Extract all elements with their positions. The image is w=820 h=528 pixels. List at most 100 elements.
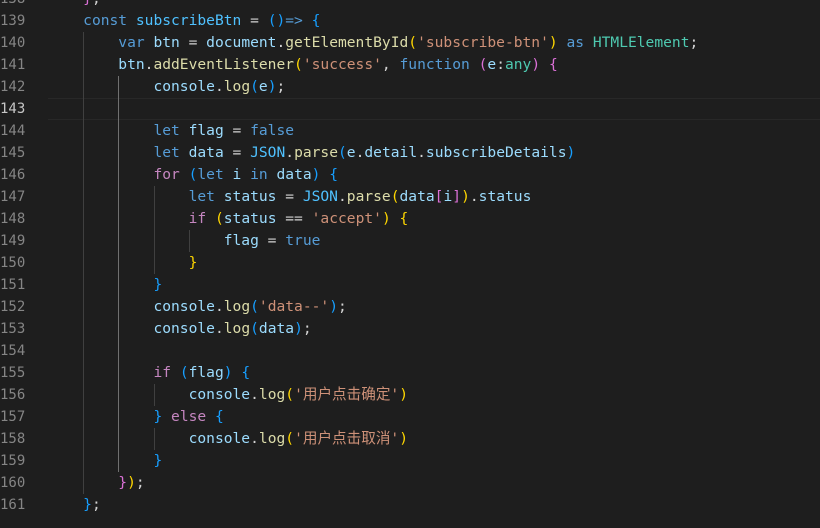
code-line[interactable]: let status = JSON.parse(data[i]).status bbox=[48, 186, 820, 208]
code-token: ( bbox=[250, 320, 259, 337]
code-token: log bbox=[223, 320, 251, 337]
code-token: for bbox=[153, 166, 180, 183]
code-token: e bbox=[258, 78, 268, 95]
code-token: status bbox=[223, 188, 277, 205]
code-line[interactable]: } bbox=[48, 450, 820, 472]
code-line[interactable]: } bbox=[48, 252, 820, 274]
code-line[interactable]: console.log('data--'); bbox=[48, 296, 820, 318]
line-number: 152 bbox=[0, 299, 26, 315]
code-token: data bbox=[258, 320, 295, 337]
code-token: = bbox=[223, 122, 251, 139]
line-number: 160 bbox=[0, 475, 26, 491]
code-token: ) bbox=[267, 78, 277, 95]
code-token: ( bbox=[408, 34, 418, 51]
code-token: ) bbox=[329, 298, 338, 315]
code-token: if bbox=[188, 210, 207, 227]
code-token: e bbox=[346, 144, 356, 161]
code-line[interactable] bbox=[48, 98, 820, 120]
code-line[interactable]: console.log(e); bbox=[48, 76, 820, 98]
code-line[interactable]: console.log('用户点击确定') bbox=[48, 384, 820, 406]
code-token: ) bbox=[294, 320, 303, 337]
code-line[interactable]: btn.addEventListener('success', function… bbox=[48, 54, 820, 76]
line-number: 147 bbox=[0, 189, 26, 205]
code-token: = bbox=[241, 12, 268, 29]
code-line[interactable] bbox=[48, 340, 820, 362]
line-number: 143 bbox=[0, 101, 26, 117]
code-token: btn bbox=[153, 34, 180, 51]
line-number: 148 bbox=[0, 211, 26, 227]
code-token: { bbox=[329, 166, 339, 183]
code-line[interactable]: const subscribeBtn = ()=> { bbox=[48, 10, 820, 32]
indent-guide bbox=[153, 428, 155, 450]
line-number: 157 bbox=[0, 409, 26, 425]
code-line[interactable]: for (let i in data) { bbox=[48, 164, 820, 186]
line-number: 146 bbox=[0, 167, 26, 183]
code-token: ; bbox=[302, 320, 312, 337]
code-token: ) bbox=[127, 474, 136, 491]
code-token: . bbox=[214, 298, 224, 315]
code-line[interactable]: console.log('用户点击取消') bbox=[48, 428, 820, 450]
code-line[interactable]: }; bbox=[48, 494, 820, 516]
code-token: ( bbox=[285, 386, 295, 403]
code-line[interactable]: let flag = false bbox=[48, 120, 820, 142]
code-line[interactable]: } bbox=[48, 274, 820, 296]
line-number: 139 bbox=[0, 13, 26, 29]
code-line[interactable]: console.log(data); bbox=[48, 318, 820, 340]
indent-guide bbox=[188, 230, 190, 252]
code-token: data bbox=[188, 144, 224, 161]
line-number: 158 bbox=[0, 431, 26, 447]
code-token: . bbox=[337, 188, 347, 205]
code-token: { bbox=[311, 12, 321, 29]
code-token: ] bbox=[452, 188, 462, 205]
code-token: . bbox=[214, 320, 224, 337]
code-line[interactable]: } else { bbox=[48, 406, 820, 428]
code-token: . bbox=[417, 144, 426, 161]
indent-guide bbox=[153, 384, 155, 406]
code-token: console bbox=[153, 298, 215, 315]
code-line[interactable]: }; bbox=[48, 0, 820, 10]
code-line[interactable]: if (flag) { bbox=[48, 362, 820, 384]
code-token: 'success' bbox=[302, 56, 382, 73]
code-line[interactable]: let data = JSON.parse(e.detail.subscribe… bbox=[48, 142, 820, 164]
code-token: ( bbox=[285, 430, 295, 447]
code-line[interactable]: }); bbox=[48, 472, 820, 494]
code-token: getElementById bbox=[285, 34, 409, 51]
code-token: '用户点击确定' bbox=[294, 386, 400, 403]
code-line[interactable]: if (status == 'accept') { bbox=[48, 208, 820, 230]
line-number: 155 bbox=[0, 365, 26, 381]
code-token: } bbox=[83, 496, 92, 513]
code-token: ( bbox=[214, 210, 224, 227]
code-line[interactable]: flag = true bbox=[48, 230, 820, 252]
code-token: log bbox=[258, 386, 286, 403]
code-token: ( bbox=[294, 56, 303, 73]
code-token: } bbox=[188, 254, 198, 271]
code-editor[interactable]: 138 139 140 141 142 143 144 145 146 147 148 149 150 1… bbox=[0, 0, 820, 528]
line-number: 142 bbox=[0, 79, 26, 95]
code-token: if bbox=[153, 364, 172, 381]
line-number: 156 bbox=[0, 387, 26, 403]
code-token: status bbox=[223, 210, 277, 227]
code-line[interactable]: var btn = document.getElementById('subsc… bbox=[48, 32, 820, 54]
code-token: ; bbox=[276, 78, 286, 95]
code-token: = bbox=[179, 34, 207, 51]
code-token: data bbox=[276, 166, 312, 183]
code-token: } bbox=[153, 408, 163, 425]
line-number: 151 bbox=[0, 277, 26, 293]
line-number: 159 bbox=[0, 453, 26, 469]
code-token: btn bbox=[118, 56, 145, 73]
code-token: ) bbox=[381, 210, 391, 227]
code-token: } bbox=[118, 474, 128, 491]
code-area[interactable]: }; const subscribeBtn = ()=> { var btn =… bbox=[48, 0, 820, 528]
code-token: flag bbox=[223, 232, 259, 249]
